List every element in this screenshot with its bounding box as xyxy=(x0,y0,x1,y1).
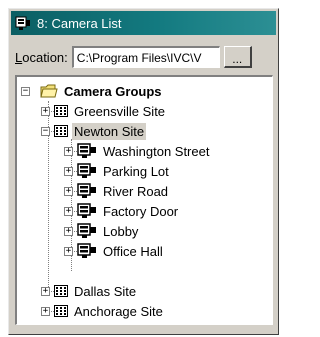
tree-item-label: Greensville Site xyxy=(74,103,166,119)
expand-toggle[interactable]: + xyxy=(64,146,73,156)
browse-button[interactable]: ... xyxy=(223,46,252,68)
expand-toggle[interactable]: + xyxy=(41,286,50,296)
tree-item-anchorage-site[interactable]: + Anchorage Site xyxy=(41,301,165,321)
window-title: 8: Camera List xyxy=(37,15,122,31)
expand-toggle[interactable]: + xyxy=(64,206,73,216)
tree-item-label: Office Hall xyxy=(103,243,163,259)
tree-item-label: Washington Street xyxy=(103,143,210,159)
tree-item-camera[interactable]: + Factory Door xyxy=(64,201,180,221)
collapse-toggle[interactable]: − xyxy=(21,86,30,96)
tree-item-label: Camera Groups xyxy=(64,83,162,99)
folder-icon xyxy=(40,83,58,99)
location-input[interactable] xyxy=(71,46,220,68)
expand-toggle[interactable]: + xyxy=(41,106,50,116)
expand-toggle[interactable]: + xyxy=(64,246,73,256)
location-row: Location: ... xyxy=(15,45,272,69)
tree-item-dallas-site[interactable]: + Dallas Site xyxy=(41,281,138,301)
tree-item-camera[interactable]: + Parking Lot xyxy=(64,161,171,181)
tree-item-label: Newton Site xyxy=(72,122,147,140)
tree-item-greensville-site[interactable]: + Greensville Site xyxy=(41,101,167,121)
tree-item-camera-groups[interactable]: − Camera Groups xyxy=(21,81,164,101)
expand-toggle[interactable]: + xyxy=(64,186,73,196)
tree-item-camera[interactable]: + Washington Street xyxy=(64,141,211,161)
camera-icon xyxy=(77,183,97,199)
camera-icon xyxy=(77,163,97,179)
tree-item-label: Dallas Site xyxy=(74,283,137,299)
tree-item-newton-site[interactable]: − Newton Site xyxy=(41,121,147,141)
site-grid-icon xyxy=(54,105,68,117)
camera-icon xyxy=(77,203,97,219)
tree-item-camera[interactable]: + Office Hall xyxy=(64,241,165,261)
tree-item-label: Lobby xyxy=(103,223,139,239)
site-grid-icon xyxy=(54,285,68,297)
site-grid-icon xyxy=(54,125,68,137)
title-bar[interactable]: 8: Camera List xyxy=(11,11,276,35)
tree-item-camera[interactable]: + River Road xyxy=(64,181,170,201)
location-label: Location: xyxy=(15,49,68,65)
tree-item-label: Factory Door xyxy=(103,203,179,219)
expand-toggle[interactable]: + xyxy=(64,166,73,176)
site-grid-icon xyxy=(54,305,68,317)
tree-item-label: River Road xyxy=(103,183,169,199)
collapse-toggle[interactable]: − xyxy=(41,126,50,136)
camera-list-window: 8: Camera List Location: ... − xyxy=(8,8,279,335)
expand-toggle[interactable]: + xyxy=(64,226,73,236)
tree-item-label: Anchorage Site xyxy=(74,303,163,319)
tree-item-label: Parking Lot xyxy=(103,163,169,179)
camera-tree[interactable]: − Camera Groups + Greensville Site − New… xyxy=(15,75,273,325)
camera-icon xyxy=(77,243,97,259)
camera-list-icon xyxy=(15,15,31,31)
camera-icon xyxy=(77,223,97,239)
expand-toggle[interactable]: + xyxy=(41,306,50,316)
camera-icon xyxy=(77,143,97,159)
tree-item-camera[interactable]: + Lobby xyxy=(64,221,140,241)
